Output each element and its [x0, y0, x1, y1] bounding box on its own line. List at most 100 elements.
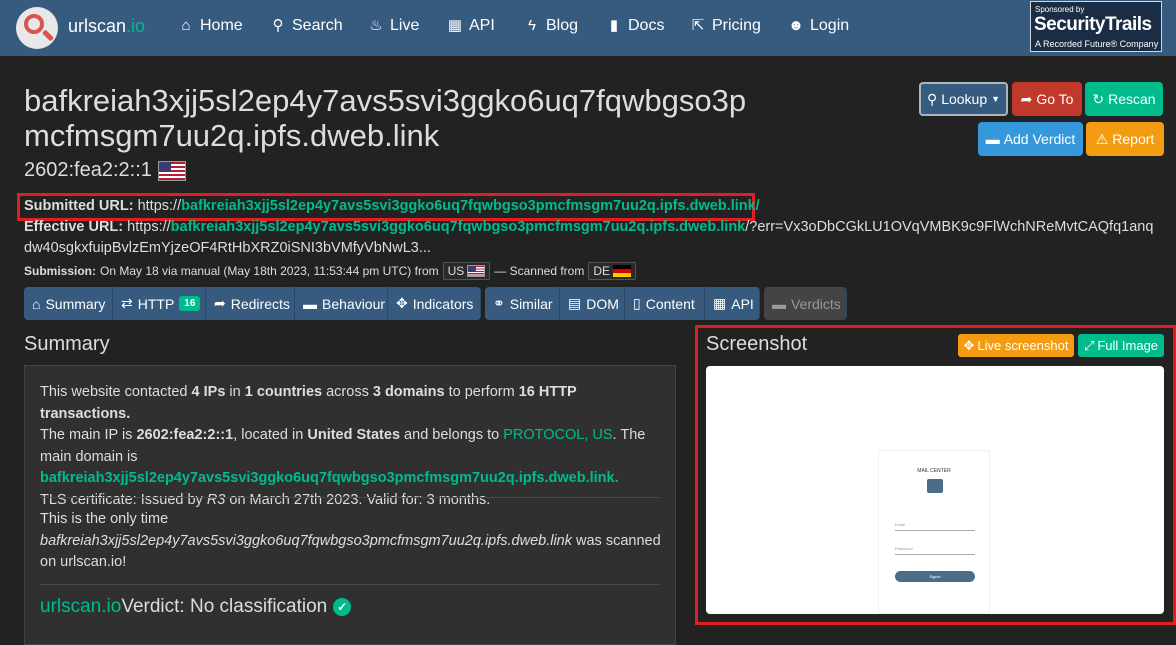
refresh-icon: ↻ — [1092, 90, 1105, 107]
only-time-text: was scanned — [571, 532, 661, 549]
tab-content[interactable]: ▯ Content — [625, 287, 705, 320]
nav-docs[interactable]: ▮ Docs — [606, 17, 665, 35]
urlscan-logo[interactable] — [16, 7, 58, 49]
submission-text: On May 18 via manual (May 18th 2023, 11:… — [100, 264, 439, 278]
tab-summary[interactable]: ⌂ Summary — [24, 287, 113, 320]
nav-search[interactable]: ⚲ Search — [270, 17, 343, 35]
home-icon: ⌂ — [181, 17, 191, 34]
nav-login-label: Login — [810, 17, 850, 34]
tab-behaviour[interactable]: ▬ Behaviour — [295, 287, 388, 320]
tab-verdicts[interactable]: ▬ Verdicts — [764, 287, 847, 320]
magnifier-handle — [41, 29, 55, 42]
search-icon: ⚲ — [272, 17, 284, 34]
screenshot-image[interactable]: MAIL CENTER Email Password Signin — [706, 366, 1164, 614]
external-link-icon: ⇱ — [691, 17, 705, 34]
page-title: bafkreiah3xjj5sl2ep4y7avs5svi3ggko6uq7fq… — [24, 83, 824, 153]
lookup-button[interactable]: ⚲ Lookup ▼ — [919, 82, 1008, 116]
tab-redirects-label: Redirects — [230, 295, 290, 312]
submission-label: Submission: — [24, 264, 97, 278]
tab-indicators[interactable]: ✥ Indicators — [388, 287, 481, 320]
submitted-from-badge[interactable]: US — [442, 262, 491, 280]
scanned-from-text: — Scanned from — [494, 264, 585, 278]
nav-home[interactable]: ⌂ Home — [178, 17, 243, 35]
preview-signin-button: Signin — [895, 571, 975, 582]
qrcode-icon: ▦ — [447, 17, 463, 34]
add-verdict-label: Add Verdict — [1003, 131, 1076, 147]
tab-similar[interactable]: ⚭ Similar — [485, 287, 560, 320]
tab-api-label: API — [731, 295, 754, 312]
brand-link[interactable]: urlscan.io — [68, 16, 145, 37]
nav-home-label: Home — [200, 17, 243, 34]
summary-panel: This website contacted 4 IPs in 1 countr… — [24, 365, 676, 645]
de-flag-icon — [613, 265, 632, 277]
crosshairs-icon: ✥ — [396, 295, 408, 311]
nav-api[interactable]: ▦ API — [447, 17, 495, 35]
summary-countries: 1 countries — [244, 384, 323, 400]
preview-title: MAIL CENTER — [917, 468, 951, 474]
divider — [40, 584, 660, 585]
sponsor-top: Sponsored by — [1035, 5, 1085, 14]
effective-url-scheme: https:// — [127, 219, 171, 235]
verdict-text: Verdict: No classification — [121, 596, 328, 617]
summary-text: This website contacted — [40, 384, 192, 400]
comment-icon: ▬ — [303, 295, 317, 312]
qrcode-icon: ▦ — [713, 295, 727, 311]
tab-api[interactable]: ▦ API — [705, 287, 760, 320]
sponsor-sub: A Recorded Future® Company — [1035, 39, 1159, 49]
tab-behaviour-label: Behaviour — [322, 295, 386, 312]
summary-asn-link[interactable]: PROTOCOL, US — [503, 427, 612, 443]
tab-similar-label: Similar — [509, 295, 553, 312]
nav-live-label: Live — [390, 17, 420, 34]
goto-label: Go To — [1036, 91, 1074, 107]
screenshot-heading: Screenshot — [706, 333, 808, 355]
tab-dom-label: DOM — [586, 295, 619, 312]
nav-pricing[interactable]: ⇱ Pricing — [690, 17, 761, 35]
summary-text: to perform — [444, 384, 519, 400]
tab-dom[interactable]: ▤ DOM — [560, 287, 625, 320]
scanned-from-badge[interactable]: DE — [588, 262, 637, 280]
preview-password-field: Password — [895, 546, 975, 555]
tab-http[interactable]: ⇄ HTTP 16 — [113, 287, 206, 320]
share-icon: ➦ — [1020, 90, 1033, 107]
submitted-url-link[interactable]: bafkreiah3xjj5sl2ep4y7avs5svi3ggko6uq7fq… — [181, 198, 760, 214]
add-verdict-button[interactable]: ▬ Add Verdict — [978, 122, 1083, 156]
summary-text: The main IP is — [40, 427, 137, 443]
sponsor-banner[interactable]: Sponsored by SecurityTrails A Recorded F… — [1030, 1, 1162, 52]
from-country: US — [447, 264, 465, 278]
goto-button[interactable]: ➦ Go To — [1012, 82, 1082, 116]
summary-text: , located in — [233, 427, 308, 443]
brand-io: .io — [126, 16, 146, 36]
us-flag-icon — [467, 265, 486, 277]
tab-indicators-label: Indicators — [412, 295, 474, 312]
summary-main-ip: 2602:fea2:2::1 — [136, 427, 234, 443]
summary-tls-text: TLS certificate: Issued by — [40, 491, 207, 508]
summary-text: across — [322, 384, 373, 400]
effective-url-label: Effective URL: — [24, 219, 124, 235]
bookmark-icon: ▮ — [609, 17, 619, 34]
comment-icon: ▬ — [772, 295, 786, 312]
full-image-label: Full Image — [1097, 338, 1159, 353]
share-icon: ➦ — [214, 295, 226, 311]
nav-login[interactable]: ☻ Login — [788, 17, 849, 35]
summary-paragraph: This website contacted 4 IPs in 1 countr… — [40, 382, 665, 511]
search-icon: ⚲ — [926, 90, 938, 107]
preview-email-field: Email — [895, 522, 975, 531]
report-button[interactable]: ⚠ Report — [1086, 122, 1164, 156]
nav-blog[interactable]: ϟ Blog — [524, 17, 578, 35]
lookup-label: Lookup — [941, 91, 988, 107]
scanned-country: DE — [593, 264, 611, 278]
tab-redirects[interactable]: ➦ Redirects — [206, 287, 295, 320]
live-screenshot-button[interactable]: ✥ Live screenshot — [958, 334, 1074, 357]
summary-main-domain-link[interactable]: bafkreiah3xjj5sl2ep4y7avs5svi3ggko6uq7fq… — [40, 470, 619, 486]
rescan-button[interactable]: ↻ Rescan — [1085, 82, 1163, 116]
effective-url-link[interactable]: bafkreiah3xjj5sl2ep4y7avs5svi3ggko6uq7fq… — [171, 219, 746, 235]
check-circle-icon: ✓ — [333, 598, 352, 616]
us-flag-icon — [157, 160, 186, 181]
full-image-button[interactable]: ⤢ Full Image — [1078, 334, 1164, 357]
tab-http-label: HTTP — [137, 295, 175, 312]
navbar: urlscan.io ⌂ Home ⚲ Search ♨ Live ▦ API ϟ Blo… — [0, 0, 1176, 56]
nav-live[interactable]: ♨ Live — [368, 17, 419, 35]
fire-icon: ♨ — [369, 17, 383, 34]
crosshairs-icon: ✥ — [963, 337, 975, 353]
tab-verdicts-label: Verdicts — [791, 295, 841, 312]
